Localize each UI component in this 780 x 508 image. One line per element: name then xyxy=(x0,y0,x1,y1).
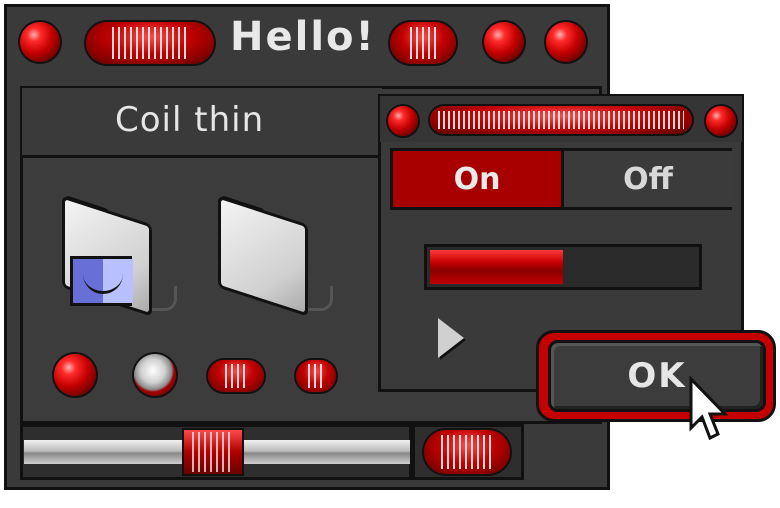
white-ball-button[interactable] xyxy=(134,354,176,396)
disclosure-triangle-icon[interactable] xyxy=(438,318,464,358)
slider-thumb[interactable] xyxy=(182,428,244,476)
red-ball-button[interactable] xyxy=(54,354,96,396)
toggle-off-button[interactable]: Off xyxy=(564,151,732,207)
resize-capsule-button[interactable] xyxy=(424,430,510,474)
small-capsule-button-2[interactable] xyxy=(296,360,336,392)
folder-icon[interactable] xyxy=(212,194,342,336)
dialog-zoom-ball[interactable] xyxy=(706,106,736,136)
finder-face-icon xyxy=(70,256,133,306)
ok-button[interactable]: OK xyxy=(548,340,766,412)
close-ball-button[interactable] xyxy=(20,22,60,62)
zoom-ball-button[interactable] xyxy=(484,22,524,62)
dialog-title-capsule[interactable] xyxy=(430,106,692,134)
progress-bar xyxy=(424,244,702,290)
window-title: Hello! xyxy=(230,14,376,60)
progress-fill xyxy=(430,250,563,284)
small-capsule-button-1[interactable] xyxy=(208,360,264,392)
pane-header-label: Coil thin xyxy=(115,100,265,140)
on-off-toggle: On Off xyxy=(390,148,732,210)
collapse-ball-button[interactable] xyxy=(546,22,586,62)
arrow-cursor-icon xyxy=(689,376,728,441)
toggle-on-button[interactable]: On xyxy=(393,151,564,207)
dialog-close-ball[interactable] xyxy=(388,106,418,136)
title-capsule-right[interactable] xyxy=(390,22,456,64)
title-capsule-left[interactable] xyxy=(86,22,214,64)
